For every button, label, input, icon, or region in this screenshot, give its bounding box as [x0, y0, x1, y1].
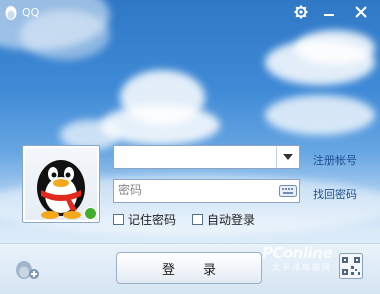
account-dropdown-button[interactable] — [276, 146, 299, 168]
close-button[interactable] — [350, 3, 372, 21]
qq-login-window: QQ 注册帐号 找回密码 记住密码 自动登录 登录 PConline 太平洋电脑… — [0, 0, 380, 294]
gear-icon — [294, 5, 308, 19]
account-field[interactable] — [113, 145, 300, 169]
qr-code-login-icon[interactable] — [339, 253, 363, 279]
register-account-link[interactable]: 注册帐号 — [313, 152, 357, 168]
remember-password-checkbox[interactable] — [113, 214, 124, 225]
keyboard-icon[interactable] — [279, 184, 297, 198]
recover-password-link[interactable]: 找回密码 — [313, 186, 357, 202]
cloud-decoration — [295, 30, 375, 65]
window-title: QQ — [22, 6, 40, 19]
online-status-icon — [84, 207, 97, 220]
auto-login-option[interactable]: 自动登录 — [192, 211, 255, 228]
login-button[interactable]: 登录 — [116, 252, 262, 284]
password-input[interactable] — [114, 180, 268, 200]
settings-button[interactable] — [290, 3, 312, 21]
cloud-decoration — [265, 95, 375, 135]
remember-password-label: 记住密码 — [128, 213, 177, 227]
password-field[interactable] — [113, 179, 300, 203]
auto-login-label: 自动登录 — [207, 213, 256, 227]
minimize-icon — [324, 14, 334, 16]
close-icon — [355, 6, 367, 18]
triangle-down-icon — [283, 154, 293, 160]
qq-penguin-logo-icon — [5, 6, 17, 20]
pconline-watermark-subtitle: 太平洋电脑网 — [272, 263, 332, 272]
auto-login-checkbox[interactable] — [192, 214, 203, 225]
account-input[interactable] — [114, 146, 268, 166]
remember-password-option[interactable]: 记住密码 — [113, 211, 176, 228]
pconline-watermark: PConline — [262, 244, 333, 262]
title-bar: QQ — [0, 0, 380, 26]
multi-account-icon[interactable] — [14, 258, 40, 280]
minimize-button[interactable] — [318, 3, 340, 21]
user-avatar[interactable] — [22, 145, 100, 223]
